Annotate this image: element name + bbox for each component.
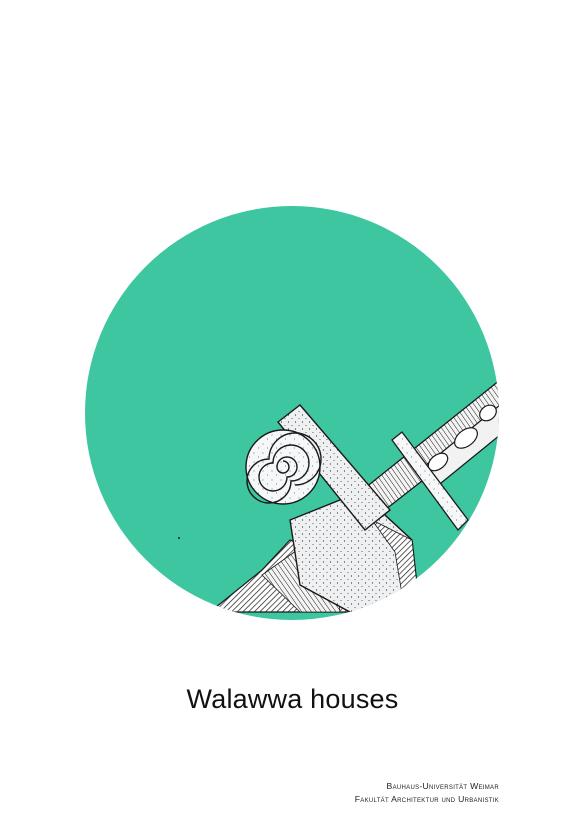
institution-credit: Bauhaus-Universität Weimar Fakultät Arch… — [355, 780, 499, 806]
faculty-name: Fakultät Architektur und Urbanistik — [354, 794, 499, 804]
university-name: Bauhaus-Universität Weimar — [386, 781, 499, 791]
poster-title: Walawwa houses — [186, 684, 399, 714]
